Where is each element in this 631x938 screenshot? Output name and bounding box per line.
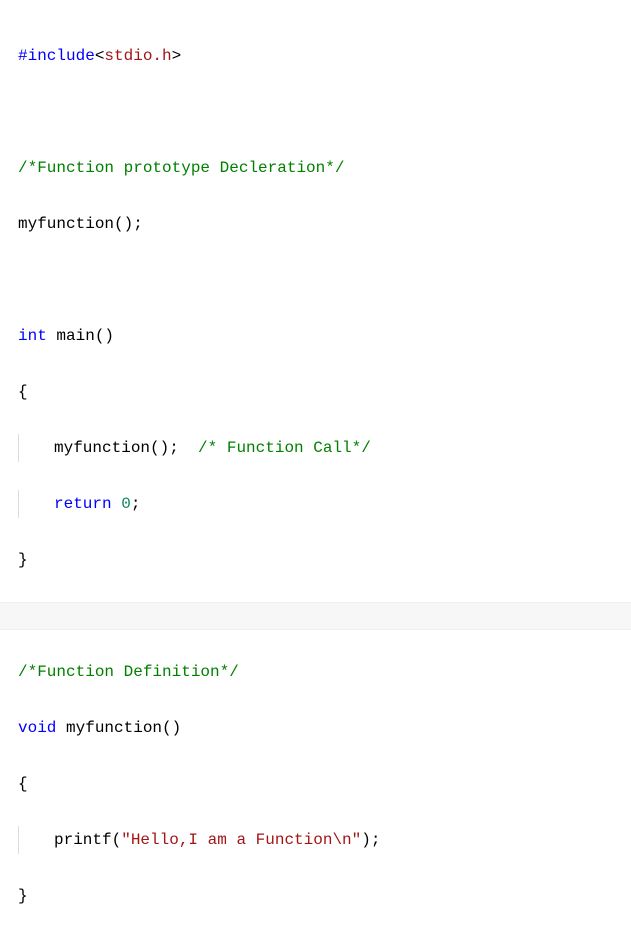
indent-guide: printf("Hello,I am a Function\n"); bbox=[18, 826, 380, 854]
code-line-11-highlighted bbox=[0, 602, 631, 630]
comment-text: /*Function prototype Decleration*/ bbox=[18, 159, 344, 177]
space bbox=[56, 719, 66, 737]
code-line-13: void myfunction() bbox=[18, 714, 631, 742]
type-keyword: int bbox=[18, 327, 47, 345]
function-call: myfunction(); bbox=[54, 439, 198, 457]
code-line-7: { bbox=[18, 378, 631, 406]
parens: () bbox=[95, 327, 114, 345]
code-line-9: return 0; bbox=[18, 490, 631, 518]
preprocessor-directive: #include bbox=[18, 47, 95, 65]
code-line-4: myfunction(); bbox=[18, 210, 631, 238]
comment-text: /*Function Definition*/ bbox=[18, 663, 239, 681]
space bbox=[112, 495, 122, 513]
function-name: main bbox=[56, 327, 94, 345]
comment-text: /* Function Call*/ bbox=[198, 439, 371, 457]
void-keyword: void bbox=[18, 719, 56, 737]
code-line-3: /*Function prototype Decleration*/ bbox=[18, 154, 631, 182]
parens-semicolon: (); bbox=[114, 215, 143, 233]
space bbox=[47, 327, 57, 345]
code-line-1: #include<stdio.h> bbox=[18, 42, 631, 70]
parens: () bbox=[162, 719, 181, 737]
code-line-2 bbox=[18, 98, 631, 126]
paren-close-semicolon: ); bbox=[361, 831, 380, 849]
brace-close: } bbox=[18, 887, 28, 905]
code-line-10: } bbox=[18, 546, 631, 574]
code-line-14: { bbox=[18, 770, 631, 798]
code-line-6: int main() bbox=[18, 322, 631, 350]
angle-close: > bbox=[172, 47, 182, 65]
function-name: myfunction bbox=[66, 719, 162, 737]
brace-close: } bbox=[18, 551, 28, 569]
indent-guide: return 0; bbox=[18, 490, 140, 518]
angle-open: < bbox=[95, 47, 105, 65]
code-editor: #include<stdio.h> /*Function prototype D… bbox=[0, 0, 631, 938]
return-keyword: return bbox=[54, 495, 112, 513]
brace-open: { bbox=[18, 383, 28, 401]
code-line-8: myfunction(); /* Function Call*/ bbox=[18, 434, 631, 462]
function-name: myfunction bbox=[18, 215, 114, 233]
number-literal: 0 bbox=[121, 495, 131, 513]
code-line-16: } bbox=[18, 882, 631, 910]
brace-open: { bbox=[18, 775, 28, 793]
semicolon: ; bbox=[131, 495, 141, 513]
header-name: stdio.h bbox=[104, 47, 171, 65]
indent-guide: myfunction(); /* Function Call*/ bbox=[18, 434, 371, 462]
string-literal: "Hello,I am a Function\n" bbox=[121, 831, 361, 849]
code-line-15: printf("Hello,I am a Function\n"); bbox=[18, 826, 631, 854]
code-line-5 bbox=[18, 266, 631, 294]
code-line-12: /*Function Definition*/ bbox=[18, 658, 631, 686]
paren-open: ( bbox=[112, 831, 122, 849]
printf-call: printf bbox=[54, 831, 112, 849]
